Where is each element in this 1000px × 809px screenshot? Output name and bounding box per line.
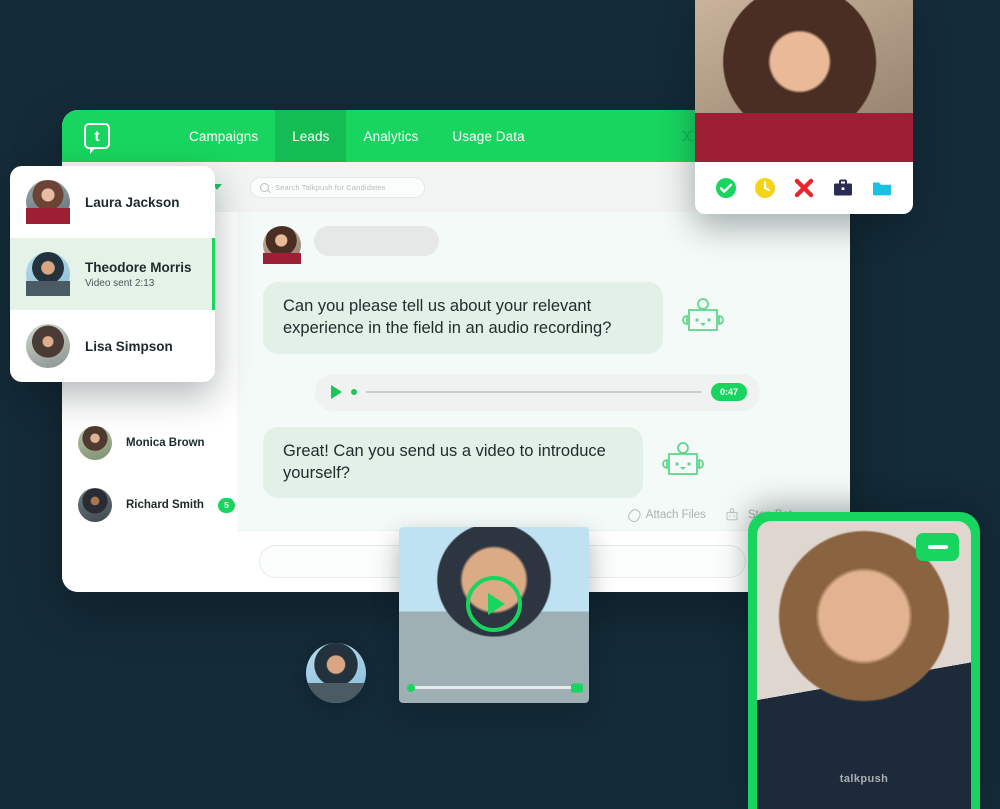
nav-label: Usage Data xyxy=(452,128,525,144)
bot-message-bubble: Great! Can you send us a video to introd… xyxy=(263,426,643,499)
logo-letter: t xyxy=(94,127,100,145)
avatar xyxy=(26,324,70,368)
play-icon[interactable] xyxy=(331,385,342,400)
clock-icon xyxy=(755,178,776,198)
nav-label: Leads xyxy=(292,128,330,144)
search-input[interactable]: Search Talkpush for Candidates xyxy=(275,183,386,192)
avatar xyxy=(78,488,112,522)
cross-icon xyxy=(794,178,814,198)
candidate-video-frame[interactable] xyxy=(695,0,913,162)
shuffle-icon[interactable] xyxy=(680,129,694,143)
audio-message-player[interactable]: 0:47 xyxy=(315,373,760,411)
contact-list-card: Laura Jackson Theodore Morris Video sent… xyxy=(10,166,215,382)
contact-status: Video sent 2:13 xyxy=(85,277,155,289)
talkpush-watermark: talkpush xyxy=(839,773,889,785)
reject-button[interactable] xyxy=(792,176,816,200)
attach-files-button[interactable]: Attach Files xyxy=(626,506,706,524)
archive-button[interactable] xyxy=(870,176,894,200)
avatar xyxy=(26,252,70,296)
audio-progress-track[interactable] xyxy=(366,391,702,394)
video-progress-end xyxy=(571,683,583,692)
nav-items: Campaigns Leads Analytics Usage Data xyxy=(172,110,542,162)
talkpush-logo-icon[interactable]: t xyxy=(84,123,110,154)
candidate-action-bar xyxy=(695,162,913,214)
video-message-thumbnail[interactable] xyxy=(399,527,589,703)
list-item-label: Richard Smith xyxy=(126,499,204,511)
minimize-icon xyxy=(927,545,948,549)
pending-button[interactable] xyxy=(753,176,777,200)
message-row-bot: Can you please tell us about your releva… xyxy=(237,282,850,354)
nav-label: Analytics xyxy=(363,128,419,144)
attach-files-label: Attach Files xyxy=(645,509,706,521)
robot-icon xyxy=(726,507,738,520)
contact-name: Laura Jackson xyxy=(85,194,180,210)
message-list[interactable]: Can you please tell us about your releva… xyxy=(237,212,850,500)
avatar xyxy=(26,180,70,224)
candidate-video-card xyxy=(695,0,913,214)
folder-icon xyxy=(872,182,891,196)
avatar xyxy=(263,226,301,264)
robot-icon xyxy=(682,297,724,331)
nav-item-analytics[interactable]: Analytics xyxy=(346,110,435,162)
unread-badge: 5 xyxy=(217,497,235,513)
briefcase-icon xyxy=(833,179,852,196)
nav-label: Campaigns xyxy=(189,128,259,144)
check-circle-icon xyxy=(716,178,737,198)
contact-row-theodore-morris[interactable]: Theodore Morris Video sent 2:13 xyxy=(10,238,215,310)
bot-message-bubble: Can you please tell us about your releva… xyxy=(263,282,663,354)
audio-progress-handle[interactable] xyxy=(351,389,357,396)
avatar xyxy=(306,643,366,703)
contact-row-lisa-simpson[interactable]: Lisa Simpson xyxy=(10,310,215,382)
paperclip-icon xyxy=(626,506,643,524)
play-circle-icon[interactable] xyxy=(466,576,522,633)
minimize-button[interactable] xyxy=(916,533,959,561)
video-call-panel: talkpush xyxy=(748,512,980,809)
video-progress-track[interactable] xyxy=(407,683,583,692)
contact-name: Theodore Morris xyxy=(85,259,192,275)
contact-name: Lisa Simpson xyxy=(85,338,173,354)
audio-duration-badge: 0:47 xyxy=(710,383,747,402)
avatar xyxy=(78,426,112,460)
bot-message-text: Great! Can you send us a video to introd… xyxy=(283,441,606,482)
message-row-placeholder xyxy=(237,212,850,264)
bot-message-text: Can you please tell us about your releva… xyxy=(283,297,612,338)
message-row-bot-2: Great! Can you send us a video to introd… xyxy=(237,426,850,499)
hire-button[interactable] xyxy=(831,176,855,200)
placeholder-bubble xyxy=(314,226,439,256)
video-progress-handle[interactable] xyxy=(407,683,415,692)
nav-item-campaigns[interactable]: Campaigns xyxy=(172,110,275,162)
list-item-label: Monica Brown xyxy=(126,437,205,449)
approve-button[interactable] xyxy=(714,176,738,200)
screenshot-root: t Campaigns Leads Analytics Usage Data S… xyxy=(0,0,1000,809)
search-box[interactable]: Search Talkpush for Candidates xyxy=(250,176,425,198)
search-icon xyxy=(260,182,269,192)
contact-row-laura-jackson[interactable]: Laura Jackson xyxy=(10,166,215,238)
list-item[interactable]: Richard Smith 5 xyxy=(62,474,237,536)
list-item[interactable]: Monica Brown xyxy=(62,412,237,474)
nav-item-usage-data[interactable]: Usage Data xyxy=(435,110,541,162)
robot-icon xyxy=(662,442,704,476)
video-call-frame[interactable]: talkpush xyxy=(757,521,971,809)
nav-item-leads[interactable]: Leads xyxy=(275,110,347,162)
